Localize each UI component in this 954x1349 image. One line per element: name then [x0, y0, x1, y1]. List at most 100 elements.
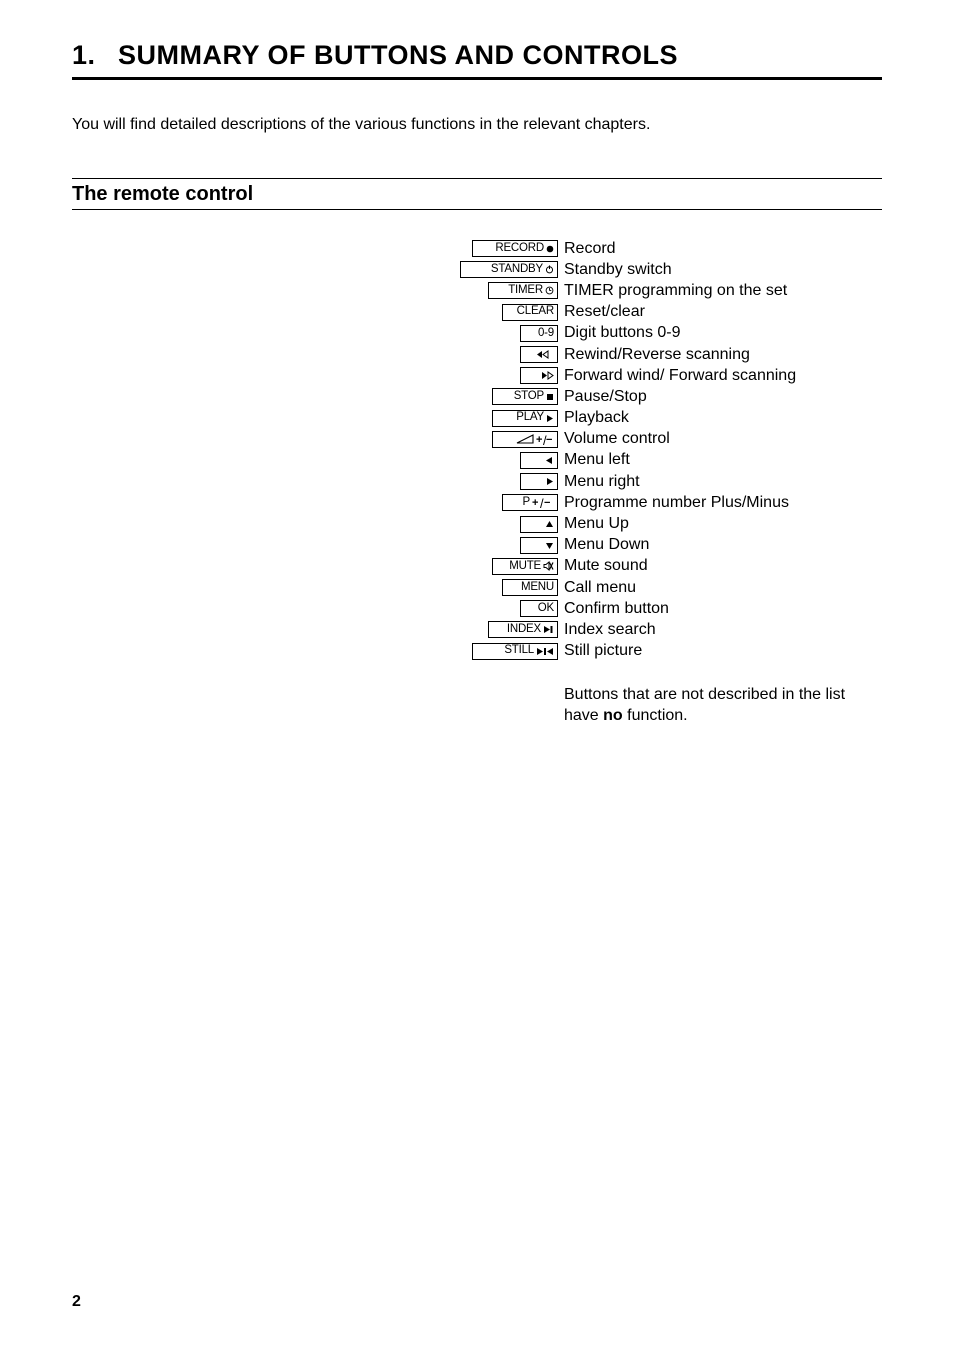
row-still: STILL Still picture [432, 641, 882, 662]
key-standby-label: STANDBY [491, 264, 543, 276]
row-menu-left: Menu left [432, 450, 882, 471]
key-record-label: RECORD [495, 243, 544, 255]
desc-menu-up: Menu Up [564, 516, 629, 532]
key-menu: MENU [502, 579, 558, 596]
footnote-post: function. [623, 707, 688, 724]
key-ok: OK [520, 600, 558, 617]
key-ffwd [520, 367, 558, 384]
desc-index: Index search [564, 622, 656, 638]
desc-play: Playback [564, 410, 629, 426]
power-icon [545, 265, 554, 274]
svg-text:+: + [536, 434, 542, 445]
key-record: RECORD [472, 240, 558, 257]
key-menu-down [520, 537, 558, 554]
desc-volume: Volume control [564, 431, 670, 447]
play-icon [546, 414, 554, 423]
mute-icon [543, 561, 554, 571]
ffwd-icon [536, 371, 554, 380]
desc-ok: Confirm button [564, 601, 669, 617]
row-clear: CLEAR Reset/clear [432, 302, 882, 323]
desc-record: Record [564, 241, 616, 257]
desc-standby: Standby switch [564, 262, 672, 278]
row-standby: STANDBY Standby switch [432, 259, 882, 280]
key-rewind [520, 346, 558, 363]
key-programme-label: P [523, 497, 530, 509]
record-icon [546, 245, 554, 253]
thin-rule-bottom [72, 209, 882, 210]
desc-still: Still picture [564, 643, 642, 659]
key-clear: CLEAR [502, 304, 558, 321]
key-index-label: INDEX [507, 624, 541, 636]
key-menu-right [520, 473, 558, 490]
triangle-down-icon [545, 541, 554, 550]
desc-clear: Reset/clear [564, 304, 645, 320]
row-play: PLAY Playback [432, 408, 882, 429]
volume-icon: +/− [516, 434, 554, 445]
triangle-right-icon [545, 477, 554, 486]
prev-track-icon [536, 647, 554, 656]
key-timer: TIMER [488, 282, 558, 299]
key-digits: 0-9 [520, 325, 558, 342]
key-menu-up [520, 516, 558, 533]
desc-menu-left: Menu left [564, 452, 630, 468]
footnote: Buttons that are not described in the li… [564, 684, 882, 727]
key-timer-label: TIMER [508, 285, 543, 297]
key-digits-label: 0-9 [538, 328, 554, 340]
desc-digits: Digit buttons 0-9 [564, 325, 681, 341]
desc-menu: Call menu [564, 580, 636, 596]
row-record: RECORD Record [432, 238, 882, 259]
row-menu-right: Menu right [432, 471, 882, 492]
section-title: The remote control [72, 183, 882, 206]
key-standby: STANDBY [460, 261, 558, 278]
button-list: RECORD Record STANDBY Standby switch TIM… [432, 238, 882, 727]
row-programme: P +/− Programme number Plus/Minus [432, 492, 882, 513]
key-clear-label: CLEAR [517, 306, 554, 318]
plus-minus-icon: +/− [532, 497, 554, 508]
row-volume: +/− Volume control [432, 429, 882, 450]
key-stop-label: STOP [514, 391, 544, 403]
key-ok-label: OK [538, 603, 554, 615]
desc-mute: Mute sound [564, 558, 648, 574]
row-menu-up: Menu Up [432, 513, 882, 534]
svg-text:−: − [546, 434, 552, 445]
key-menu-label: MENU [521, 582, 554, 594]
row-menu-down: Menu Down [432, 535, 882, 556]
desc-menu-right: Menu right [564, 474, 640, 490]
key-still-label: STILL [504, 645, 534, 657]
rewind-icon [536, 350, 554, 359]
desc-stop: Pause/Stop [564, 389, 647, 405]
key-menu-left [520, 452, 558, 469]
heavy-rule [72, 77, 882, 80]
svg-text:+: + [532, 497, 538, 508]
page-number: 2 [72, 1293, 81, 1311]
key-mute-label: MUTE [509, 561, 541, 573]
key-programme: P +/− [502, 494, 558, 511]
row-rew: Rewind/Reverse scanning [432, 344, 882, 365]
key-play-label: PLAY [516, 412, 544, 424]
row-index: INDEX Index search [432, 619, 882, 640]
desc-ffwd: Forward wind/ Forward scanning [564, 368, 796, 384]
key-index: INDEX [488, 621, 558, 638]
key-play: PLAY [492, 410, 558, 427]
triangle-up-icon [545, 520, 554, 529]
desc-menu-down: Menu Down [564, 537, 649, 553]
clock-icon [545, 286, 554, 295]
chapter-number: 1. [72, 40, 118, 71]
row-mute: MUTE Mute sound [432, 556, 882, 577]
key-still: STILL [472, 643, 558, 660]
key-stop: STOP [492, 388, 558, 405]
thin-rule-top [72, 178, 882, 179]
footnote-bold: no [603, 707, 623, 724]
desc-timer: TIMER programming on the set [564, 283, 787, 299]
row-digits: 0-9 Digit buttons 0-9 [432, 323, 882, 344]
intro-text: You will find detailed descriptions of t… [72, 116, 882, 134]
chapter-title-text: SUMMARY OF BUTTONS AND CONTROLS [118, 40, 678, 70]
stop-icon [546, 393, 554, 401]
row-timer: TIMER TIMER programming on the set [432, 280, 882, 301]
svg-text:−: − [544, 497, 550, 508]
row-menu: MENU Call menu [432, 577, 882, 598]
row-ffwd: Forward wind/ Forward scanning [432, 365, 882, 386]
next-track-icon [543, 625, 554, 634]
desc-rew: Rewind/Reverse scanning [564, 347, 750, 363]
key-mute: MUTE [492, 558, 558, 575]
